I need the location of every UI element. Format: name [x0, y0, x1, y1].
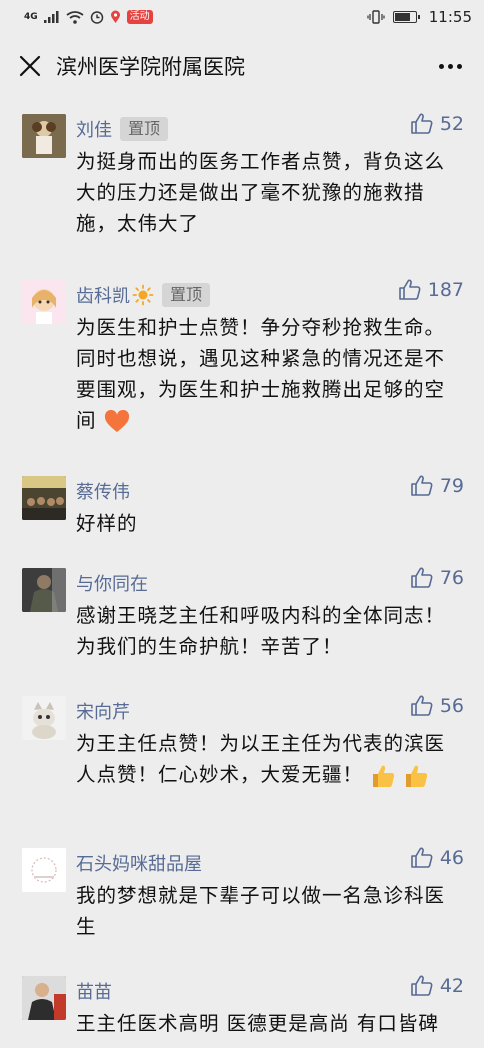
more-icon-dot [447, 63, 453, 69]
avatar[interactable] [22, 476, 66, 520]
comment-list: 刘佳 置顶 52 为挺身而出的医务工作者点赞，背负这么大的压力还是做出了毫不犹豫… [0, 98, 484, 1048]
status-time: 11:55 [428, 8, 472, 26]
comment-text: 王主任医术高明 医德更是高尚 有口皆碑 [76, 1012, 439, 1035]
signal-icon [43, 11, 59, 23]
battery-icon [392, 11, 420, 23]
comment-text: 我的梦想就是下辈子可以做一名急诊科医生 [76, 884, 446, 938]
thumbs-up-icon [411, 567, 433, 588]
avatar[interactable] [22, 976, 66, 1020]
alarm-icon [90, 11, 103, 24]
comment-text: 为医生和护士点赞！争分夺秒抢救生命。同时也想说，遇见这种紧急的情况还是不要围观，… [76, 316, 446, 432]
like-button[interactable]: 56 [410, 694, 464, 718]
like-button[interactable]: 52 [410, 112, 464, 136]
location-icon [110, 10, 120, 23]
wifi-icon [66, 10, 84, 24]
more-icon-dot [438, 63, 444, 69]
comment-author[interactable]: 蔡传伟 [76, 478, 130, 504]
avatar[interactable] [22, 848, 66, 892]
close-icon [19, 55, 41, 77]
like-button[interactable]: 42 [410, 974, 464, 998]
avatar[interactable] [22, 568, 66, 612]
comment-item: 与你同在 76 感谢王晓芝主任和呼吸内科的全体同志！为我们的生命护航！辛苦了！ [0, 552, 484, 680]
comment-text-wrap: 为王主任点赞！为以王主任为代表的滨医人点赞！仁心妙术，大爱无疆！ [76, 728, 464, 790]
comment-item: 刘佳 置顶 52 为挺身而出的医务工作者点赞，背负这么大的压力还是做出了毫不犹豫… [0, 98, 484, 264]
avatar[interactable] [22, 696, 66, 740]
status-left: 4G 活动 [24, 10, 153, 24]
comment-text: 为挺身而出的医务工作者点赞，背负这么大的压力还是做出了毫不犹豫的施救措施，太伟大… [76, 150, 446, 235]
status-right: 11:55 [367, 8, 472, 26]
comment-header: 石头妈咪甜品屋 [76, 832, 464, 878]
close-button[interactable] [16, 52, 44, 80]
avatar-image [22, 114, 66, 158]
comment-author[interactable]: 苗苗 [76, 978, 112, 1004]
thumbs-up-icon [411, 975, 433, 996]
thumbs-up-icon [411, 113, 433, 134]
pinned-badge: 置顶 [120, 117, 169, 141]
comment-text: 感谢王晓芝主任和呼吸内科的全体同志！为我们的生命护航！辛苦了！ [76, 604, 446, 658]
pinned-badge: 置顶 [162, 283, 211, 307]
thumbs-up-icon [398, 279, 421, 300]
avatar-image [22, 976, 66, 1020]
like-button[interactable]: 79 [410, 474, 464, 498]
thumbs-up-emoji [406, 765, 428, 787]
page-title: 滨州医学院附属医院 [56, 55, 245, 79]
network-label: 4G [24, 12, 38, 22]
more-button[interactable] [432, 52, 468, 80]
status-badge: 活动 [126, 10, 153, 24]
like-button[interactable]: 187 [398, 278, 464, 302]
heart-emoji [104, 409, 129, 432]
status-bar: 4G 活动 11:55 [0, 0, 484, 34]
like-count: 46 [439, 847, 464, 869]
comment-author[interactable]: 与你同在 [76, 570, 148, 596]
sun-icon [132, 284, 154, 306]
thumbs-up-icon [411, 475, 433, 496]
comment-header: 刘佳 置顶 [76, 98, 464, 144]
like-button[interactable]: 46 [410, 846, 464, 870]
like-count: 79 [439, 475, 464, 497]
avatar-image [22, 568, 66, 612]
comment-header: 与你同在 [76, 552, 464, 598]
avatar-image [22, 280, 66, 324]
comment-item: 石头妈咪甜品屋 46 我的梦想就是下辈子可以做一名急诊科医生 [0, 832, 484, 960]
thumbs-up-icon [411, 695, 433, 716]
avatar[interactable] [22, 114, 66, 158]
thumbs-up-emoji [373, 765, 395, 787]
comment-item: 齿科凯 置顶 187 为医生和护士点赞！争分夺秒抢救生命。同时也想说，遇见这种紧… [0, 264, 484, 460]
comment-text: 好样的 [76, 512, 138, 535]
comment-item: 苗苗 42 王主任医术高明 医德更是高尚 有口皆碑 [0, 960, 484, 1048]
comment-item: 宋向芹 56 为王主任点赞！为以王主任为代表的滨医人点赞！仁心妙术，大爱无疆！ [0, 680, 484, 832]
vibrate-icon [367, 10, 385, 24]
comment-text-wrap: 为医生和护士点赞！争分夺秒抢救生命。同时也想说，遇见这种紧急的情况还是不要围观，… [76, 312, 464, 436]
comment-item: 蔡传伟 79 好样的 [0, 460, 484, 552]
like-button[interactable]: 76 [410, 566, 464, 590]
nav-bar: 滨州医学院附属医院 [0, 34, 484, 98]
comment-header: 苗苗 [76, 960, 464, 1006]
like-count: 76 [439, 567, 464, 589]
comment-author[interactable]: 石头妈咪甜品屋 [76, 850, 202, 876]
comment-author[interactable]: 宋向芹 [76, 698, 130, 724]
like-count: 187 [427, 279, 464, 301]
like-count: 42 [439, 975, 464, 997]
comment-header: 蔡传伟 [76, 460, 464, 506]
comment-author[interactable]: 刘佳 [76, 116, 112, 142]
like-count: 52 [439, 113, 464, 135]
avatar-image [22, 696, 66, 740]
comment-header: 宋向芹 [76, 680, 464, 726]
more-icon-dot [456, 63, 462, 69]
thumbs-up-icon [411, 847, 433, 868]
comment-author[interactable]: 齿科凯 [76, 282, 130, 308]
like-count: 56 [439, 695, 464, 717]
avatar-image [22, 476, 66, 520]
avatar-image [22, 848, 66, 892]
avatar[interactable] [22, 280, 66, 324]
